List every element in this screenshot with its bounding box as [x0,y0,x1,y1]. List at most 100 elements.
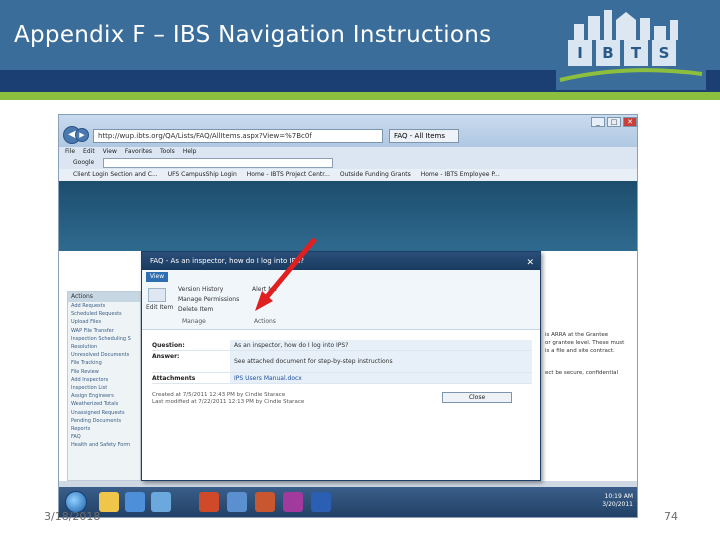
search-toolbar: Google [59,157,637,169]
menu-edit[interactable]: Edit [83,147,95,157]
left-nav-item[interactable]: Resolution [68,343,140,351]
faq-dialog: FAQ - As an inspector, how do I log into… [141,251,541,481]
left-nav-heading: Actions [68,292,140,302]
favorites-bar: Client Login Section and C... UFS Campus… [59,169,637,181]
slide-title: Appendix F – IBS Navigation Instructions [14,22,492,48]
attachment-link[interactable]: IPS Users Manual.docx [230,373,532,383]
background-page-text: is ARRA at the Grantee or grantee level.… [545,331,637,377]
left-nav-item[interactable]: Add Inspectors [68,376,140,384]
faq-form: Question: As an inspector, how do I log … [152,340,532,384]
left-nav: Actions Add Requests Scheduled Requests … [67,291,141,481]
background-text-line: ect be secure, confidential [545,370,618,376]
left-nav-item[interactable]: Pending Documents [68,417,140,425]
onenote-icon[interactable] [283,492,303,512]
favorite-link[interactable]: Client Login Section and C... [73,169,158,181]
page-number: 74 [664,510,678,523]
ribbon: View Edit Item Version History Manage Pe… [142,270,540,330]
left-nav-item[interactable]: Weatherized Totals [68,400,140,408]
left-nav-item[interactable]: Health and Safety Form [68,441,140,449]
minimize-icon[interactable]: _ [591,117,605,127]
manage-permissions-button[interactable]: Manage Permissions [178,296,239,303]
menu-view[interactable]: View [103,147,117,157]
favorite-link[interactable]: Home - IBTS Project Centr... [247,169,330,181]
taskbar-clock: 10:19 AM 3/20/2011 [602,493,633,509]
favorite-link[interactable]: Outside Funding Grants [340,169,411,181]
left-nav-item[interactable]: Add Requests [68,302,140,310]
ribbon-group-manage: Manage [182,318,206,325]
left-nav-item[interactable]: Reports [68,425,140,433]
left-nav-item[interactable]: Scheduled Requests [68,310,140,318]
favorite-link[interactable]: UFS CampusShip Login [168,169,237,181]
version-history-button[interactable]: Version History [178,286,223,293]
windows-taskbar: 10:19 AM 3/20/2011 [59,487,637,517]
browser-tab[interactable]: FAQ - All Items [389,129,459,143]
outlook-icon[interactable] [199,492,219,512]
modified-info: Last modified at 7/22/2011 12:13 PM by C… [152,399,305,405]
tab-view[interactable]: View [146,272,168,282]
menu-file[interactable]: File [65,147,75,157]
attachments-label: Attachments [152,375,196,382]
left-nav-item[interactable]: File Review [68,368,140,376]
background-text-line: or grantee level. These must [545,340,625,346]
header-accent-band [0,92,720,100]
window-controls: _ □ ✕ [591,117,637,127]
logo-letter: S [652,40,676,66]
ibts-logo: I B T S [556,6,706,90]
folder-icon[interactable] [99,492,119,512]
internet-explorer-icon[interactable] [125,492,145,512]
logo-letter: I [568,40,592,66]
alert-me-button[interactable]: Alert Me [252,286,277,293]
left-nav-item[interactable]: Upload Files [68,318,140,326]
powerpoint-icon[interactable] [255,492,275,512]
left-nav-item[interactable]: FAQ [68,433,140,441]
form-row-answer: Answer: See attached document for step-b… [152,351,532,373]
browser-menubar: File Edit View Favorites Tools Help [59,147,637,157]
dialog-title-bar: FAQ - As an inspector, how do I log into… [142,252,540,270]
favorite-link[interactable]: Home - IBTS Employee P... [421,169,500,181]
edit-item-button[interactable]: Edit Item [146,304,173,311]
google-search-input[interactable] [103,158,333,168]
menu-favorites[interactable]: Favorites [125,147,152,157]
left-nav-item[interactable]: Assign Engineers [68,392,140,400]
window-icon[interactable] [227,492,247,512]
maximize-icon[interactable]: □ [607,117,621,127]
address-bar[interactable]: http://wup.ibts.org/QA/Lists/FAQ/AllItem… [93,129,383,143]
left-nav-item[interactable]: Inspection Scheduling S [68,335,140,343]
sharepoint-header [59,181,637,251]
left-nav-item[interactable]: WAP File Transfer [68,327,140,335]
answer-label: Answer: [152,353,180,360]
dialog-title: FAQ - As an inspector, how do I log into… [150,257,305,265]
embedded-screenshot: ◀ ▶ http://wup.ibts.org/QA/Lists/FAQ/All… [58,114,638,518]
google-label: Google [73,159,95,166]
delete-item-button[interactable]: Delete Item [178,306,213,313]
menu-help[interactable]: Help [183,147,197,157]
left-nav-item[interactable]: Unresolved Documents [68,351,140,359]
clock-date: 3/20/2011 [602,501,633,508]
footer-date: 3/18/2018 [44,510,101,523]
left-nav-item[interactable]: Inspection List [68,384,140,392]
left-nav-item[interactable]: Unassigned Requests [68,409,140,417]
left-nav-item[interactable]: File Tracking [68,359,140,367]
logo-letter: B [596,40,620,66]
created-info: Created at 7/5/2011 12:43 PM by Cindie S… [152,392,286,398]
item-metadata: Created at 7/5/2011 12:43 PM by Cindie S… [152,392,304,406]
question-label: Question: [152,342,185,349]
form-row-question: Question: As an inspector, how do I log … [152,340,532,351]
answer-value: See attached document for step-by-step i… [230,351,532,372]
edit-item-icon[interactable] [148,288,166,302]
logo-swoosh-icon [559,68,703,82]
ribbon-group-actions: Actions [254,318,276,325]
forward-icon[interactable]: ▶ [75,128,89,142]
question-value: As an inspector, how do I log into IPS? [230,340,532,350]
word-icon[interactable] [311,492,331,512]
logo-letter: T [624,40,648,66]
media-player-icon[interactable] [151,492,171,512]
menu-tools[interactable]: Tools [160,147,175,157]
background-text-line: is ARRA at the Grantee [545,332,609,338]
clock-time: 10:19 AM [604,493,633,500]
close-icon[interactable]: ✕ [623,117,637,127]
close-button[interactable]: Close [442,392,512,403]
form-row-attachments: Attachments IPS Users Manual.docx [152,373,532,384]
background-text-line: is a file and site contract. [545,348,615,354]
page-area: Actions Add Requests Scheduled Requests … [59,181,637,481]
